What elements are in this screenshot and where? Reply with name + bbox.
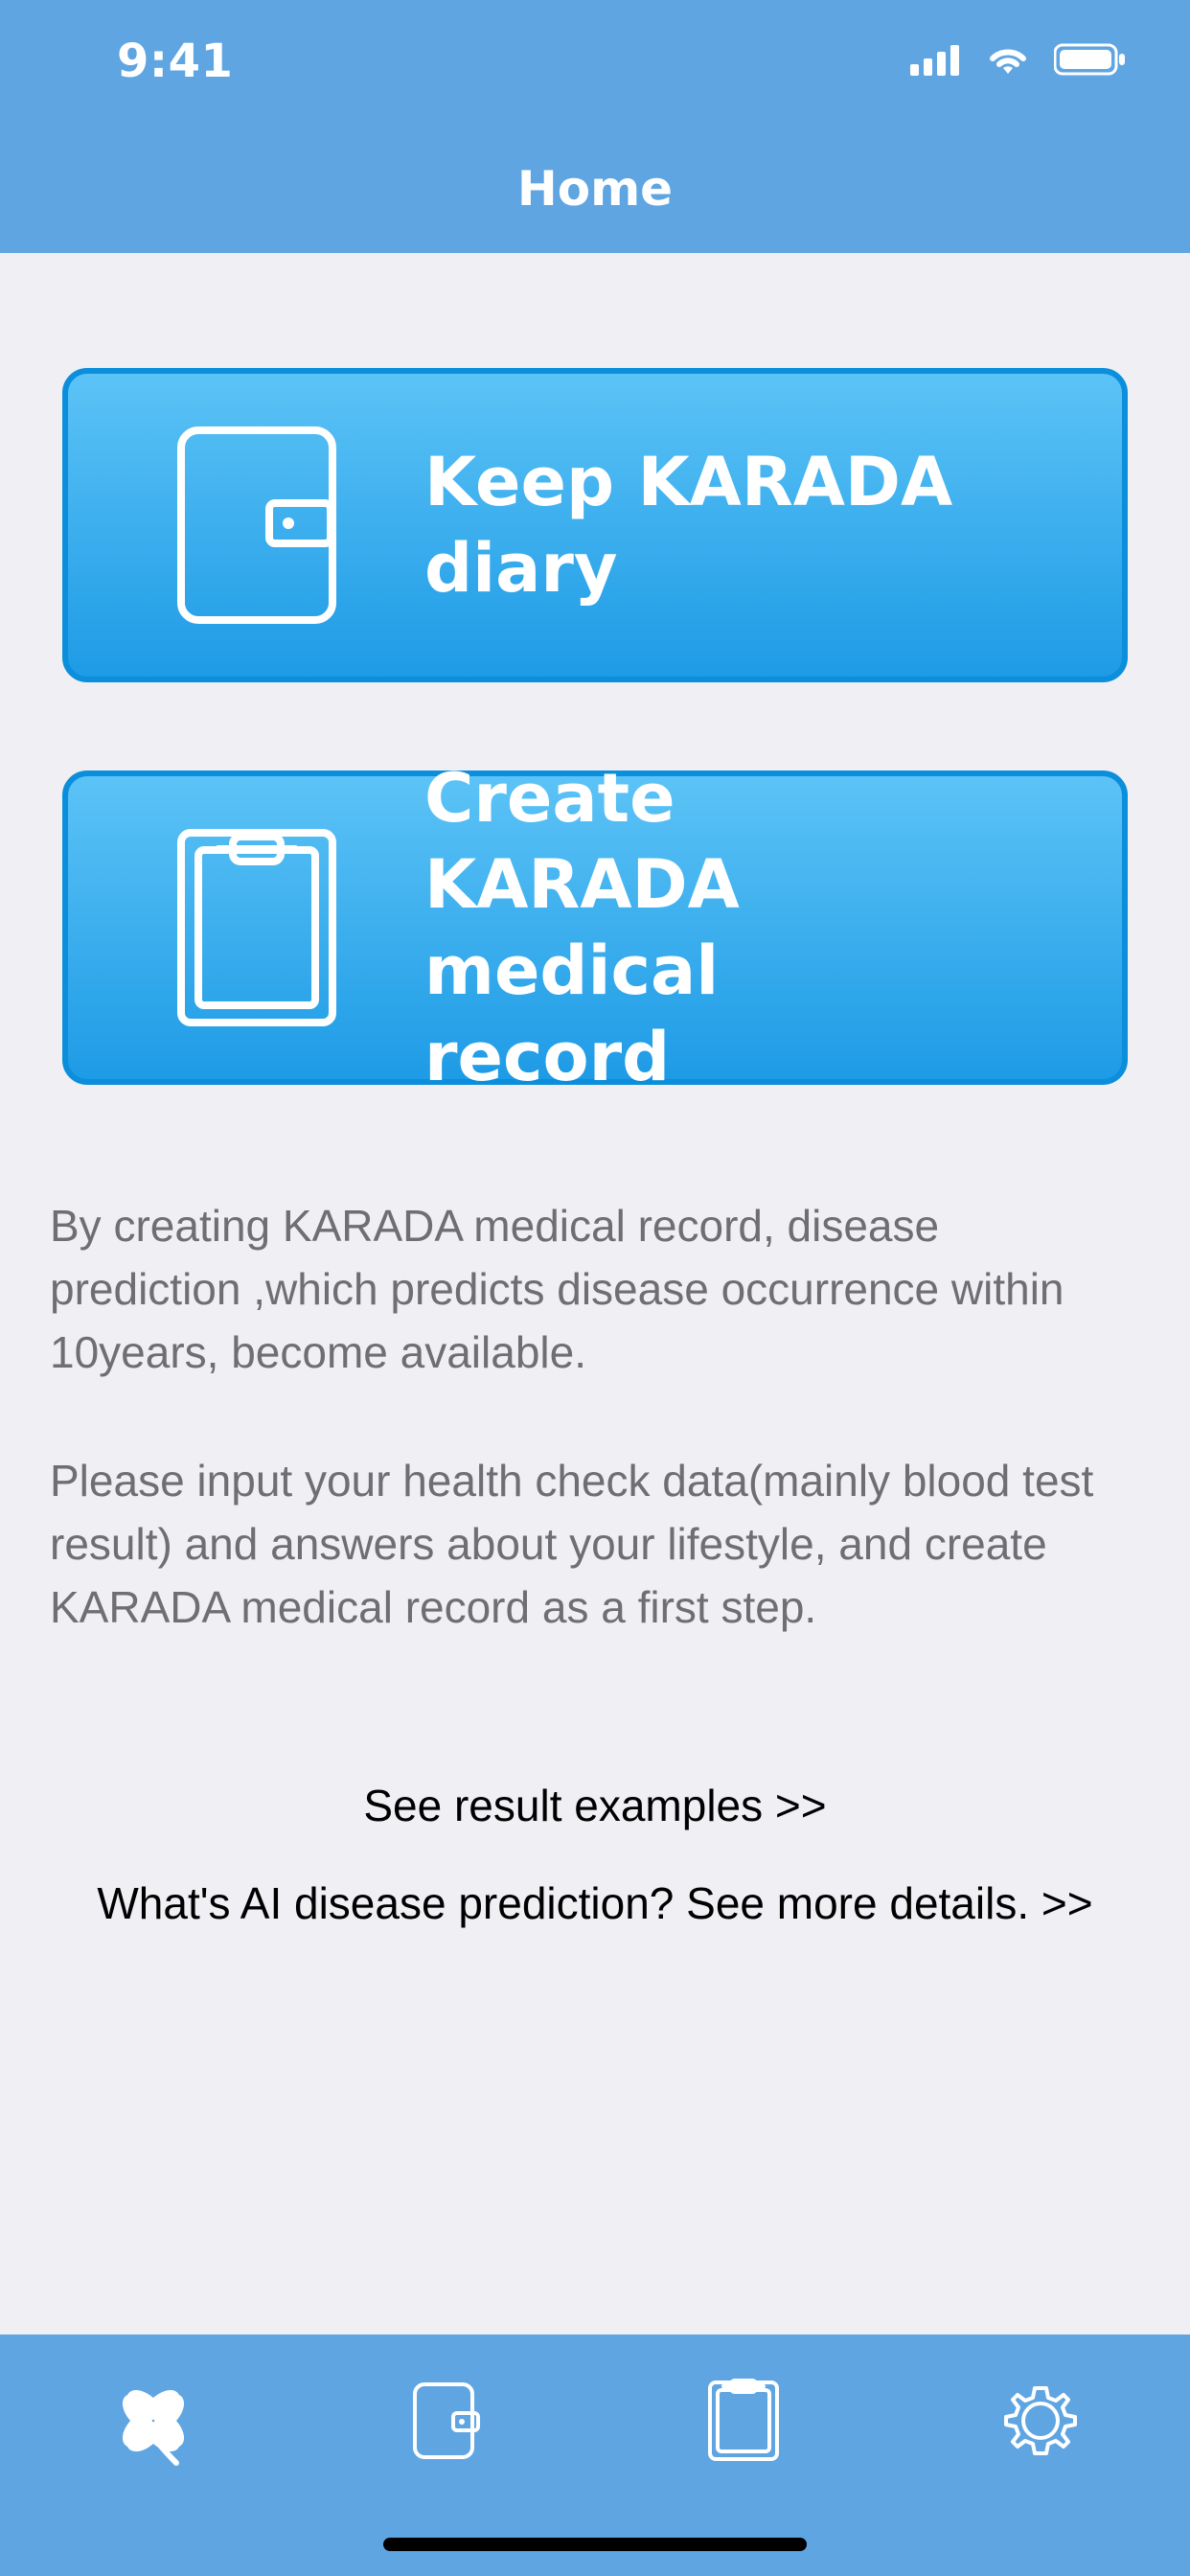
- create-record-button[interactable]: Create KARADA medical record: [62, 759, 1128, 1096]
- gear-icon: [1004, 2386, 1077, 2455]
- tab-settings[interactable]: [993, 2373, 1088, 2469]
- home-content: Keep KARADA diary Create KARADA medical …: [0, 253, 1190, 2334]
- ai-disease-prediction-link[interactable]: What's AI disease prediction? See more d…: [0, 1876, 1190, 1930]
- clipboard-icon: [177, 829, 336, 1026]
- keep-diary-button[interactable]: Keep KARADA diary: [62, 368, 1128, 682]
- tab-diary[interactable]: [399, 2373, 494, 2469]
- clipboard-icon: [708, 2379, 779, 2461]
- description: By creating KARADA medical record, disea…: [50, 1194, 1140, 1704]
- status-time: 9:41: [117, 34, 234, 88]
- keep-diary-label: Keep KARADA diary: [424, 443, 953, 608]
- home-indicator: [383, 2538, 807, 2551]
- clover-icon: [122, 2389, 185, 2466]
- signal-icon: [910, 45, 959, 76]
- tab-home[interactable]: [105, 2373, 201, 2469]
- top-header: 9:41 Home: [0, 0, 1190, 253]
- description-paragraph-1: By creating KARADA medical record, disea…: [50, 1201, 1064, 1377]
- create-record-label: Create KARADA medical record: [424, 759, 740, 1096]
- battery-icon: [1054, 43, 1125, 76]
- see-result-examples-link[interactable]: See result examples >>: [0, 1779, 1190, 1832]
- tab-record[interactable]: [696, 2373, 791, 2469]
- diary-icon: [413, 2382, 480, 2459]
- status-icons: [910, 42, 1127, 77]
- wifi-icon: [990, 49, 1026, 74]
- description-paragraph-2: Please input your health check data(main…: [50, 1456, 1094, 1632]
- diary-icon: [177, 426, 336, 624]
- page-title: Home: [516, 161, 674, 217]
